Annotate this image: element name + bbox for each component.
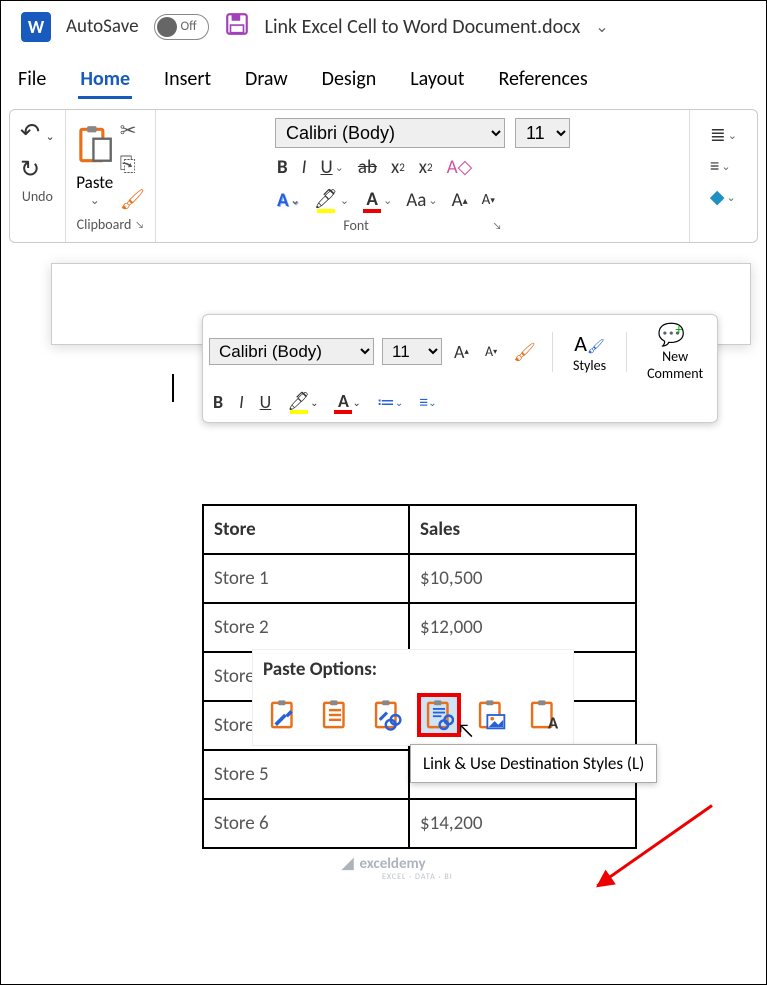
subscript-button[interactable]: x2 [389,156,407,179]
grow-font-button[interactable]: A▴ [450,189,470,212]
text-effects-button[interactable]: A⌄ [275,189,302,212]
mini-italic-button[interactable]: I [235,389,248,415]
paste-opt-keep-source-formatting[interactable] [261,693,305,737]
paste-opt-use-destination-styles[interactable] [313,693,357,737]
tab-home[interactable]: Home [78,62,132,99]
mini-numbering-button[interactable]: ≡⌄ [415,389,440,415]
document-title[interactable]: Link Excel Cell to Word Document.docx [265,15,581,39]
table-row: Store 1$10,500 [203,554,636,603]
format-painter-icon[interactable]: 🖌 [120,187,145,212]
table-header-sales: Sales [409,505,636,554]
paste-opt-link-keep-source-formatting[interactable] [365,693,409,737]
save-icon[interactable] [224,11,250,42]
mini-font-name-select[interactable]: Calibri (Body) [209,338,374,365]
shrink-font-button[interactable]: A▾ [480,191,497,209]
ribbon-group-font: Calibri (Body) 11 B I U⌄ ab x2 x2 A◇ A⌄ … [156,110,690,242]
paste-label[interactable]: Paste [76,172,113,193]
mini-format-painter-icon[interactable]: 🖌 [509,339,540,365]
comment-icon: 💬+ [658,321,692,348]
change-case-button[interactable]: Aa⌄ [404,189,439,212]
shading-button[interactable]: ◆⌄ [708,186,739,209]
mini-new-comment-button[interactable]: 💬+ New Comment [639,321,711,382]
highlight-button[interactable]: 🖊⌄ [312,187,351,213]
mini-bold-button[interactable]: B [209,389,227,415]
tab-references[interactable]: References [496,62,589,99]
mini-font-color-button[interactable]: A⌄ [330,388,364,416]
bullets-button[interactable]: ≣⌄ [708,124,739,147]
autosave-toggle[interactable]: Off [154,14,209,40]
mini-grow-font-button[interactable]: A▴ [450,339,473,365]
paste-opt-link-use-destination-styles[interactable] [417,693,461,737]
font-name-select[interactable]: Calibri (Body) [275,118,505,148]
mini-bullets-button[interactable]: ≔⌄ [373,389,407,415]
paste-options-title: Paste Options: [263,658,563,681]
mini-toolbar: Calibri (Body) 11 A▴ A▾ 🖌 A🖌 Styles 💬+ N… [202,314,718,423]
italic-button[interactable]: I [300,156,309,179]
copy-icon[interactable]: ⎘ [120,153,145,177]
autosave-label: AutoSave [66,15,139,38]
chevron-down-icon[interactable]: ⌄ [595,17,608,37]
tab-file[interactable]: File [16,62,48,99]
paste-opt-picture[interactable] [469,693,513,737]
font-dialog-launcher-icon[interactable]: ↘ [493,219,502,232]
superscript-button[interactable]: x2 [417,156,435,179]
autosave-state: Off [181,19,197,34]
table-row: Store 6$14,200 [203,799,636,848]
underline-button[interactable]: U⌄ [318,156,345,179]
watermark-text: ◢exceldemy [342,854,426,873]
paste-options-popup: Paste Options: A [252,649,574,746]
document-canvas: Calibri (Body) 11 A▴ A▾ 🖌 A🖌 Styles 💬+ N… [51,263,751,345]
mini-styles-button[interactable]: A🖌 Styles [565,330,614,374]
mini-font-size-select[interactable]: 11 [382,338,442,365]
toggle-knob-icon [157,17,177,37]
tab-draw[interactable]: Draw [243,62,290,99]
tab-layout[interactable]: Layout [408,62,466,99]
ribbon-group-clipboard: Paste ⌄ ✂ ⎘ 🖌 Clipboard↘ [66,110,156,242]
font-group-label: Font [343,217,369,234]
word-app-icon: W [21,12,51,42]
menu-tabs: File Home Insert Draw Design Layout Refe… [1,52,766,109]
table-header-store: Store [203,505,409,554]
ribbon-group-paragraph: ≣⌄ ≡⌄ ◆⌄ [690,110,757,242]
font-color-button[interactable]: A⌄ [361,188,394,213]
ribbon-group-undo: ↶ ⌄ ↻ Undo [10,110,66,242]
text-cursor-icon [172,374,174,402]
watermark-subtext: EXCEL · DATA · BI [382,872,453,882]
paste-dropdown-icon[interactable]: ⌄ [90,193,100,208]
align-button[interactable]: ≡⌄ [708,155,739,178]
mini-highlight-button[interactable]: 🖊⌄ [283,388,322,416]
mini-shrink-font-button[interactable]: A▾ [481,341,501,362]
paste-icon[interactable] [76,123,114,172]
table-row: Store 2$12,000 [203,603,636,652]
tab-design[interactable]: Design [320,62,379,99]
tab-insert[interactable]: Insert [162,62,213,99]
paste-opt-keep-text-only[interactable]: A [521,693,565,737]
table-header-row: Store Sales [203,505,636,554]
mini-underline-button[interactable]: U [256,389,276,415]
undo-button[interactable]: ↶ ⌄ [20,118,55,147]
strikethrough-button[interactable]: ab [356,156,379,179]
clipboard-group-label: Clipboard [77,216,132,233]
titlebar: W AutoSave Off Link Excel Cell to Word D… [1,1,766,52]
styles-icon: A🖌 [574,330,605,357]
font-size-select[interactable]: 11 [515,118,570,148]
clipboard-dialog-launcher-icon[interactable]: ↘ [135,218,144,231]
bold-button[interactable]: B [275,156,290,179]
svg-text:A: A [548,712,558,732]
redo-button[interactable]: ↻ [20,155,55,184]
undo-group-label: Undo [22,188,53,205]
cut-icon[interactable]: ✂ [120,118,145,143]
paste-option-tooltip: Link & Use Destination Styles (L) [410,744,657,783]
ribbon: ↶ ⌄ ↻ Undo Paste ⌄ ✂ ⎘ 🖌 Clipboard↘ Cali… [9,109,758,243]
clear-formatting-button[interactable]: A◇ [445,156,475,179]
mouse-cursor-icon: ↖ [457,719,475,743]
